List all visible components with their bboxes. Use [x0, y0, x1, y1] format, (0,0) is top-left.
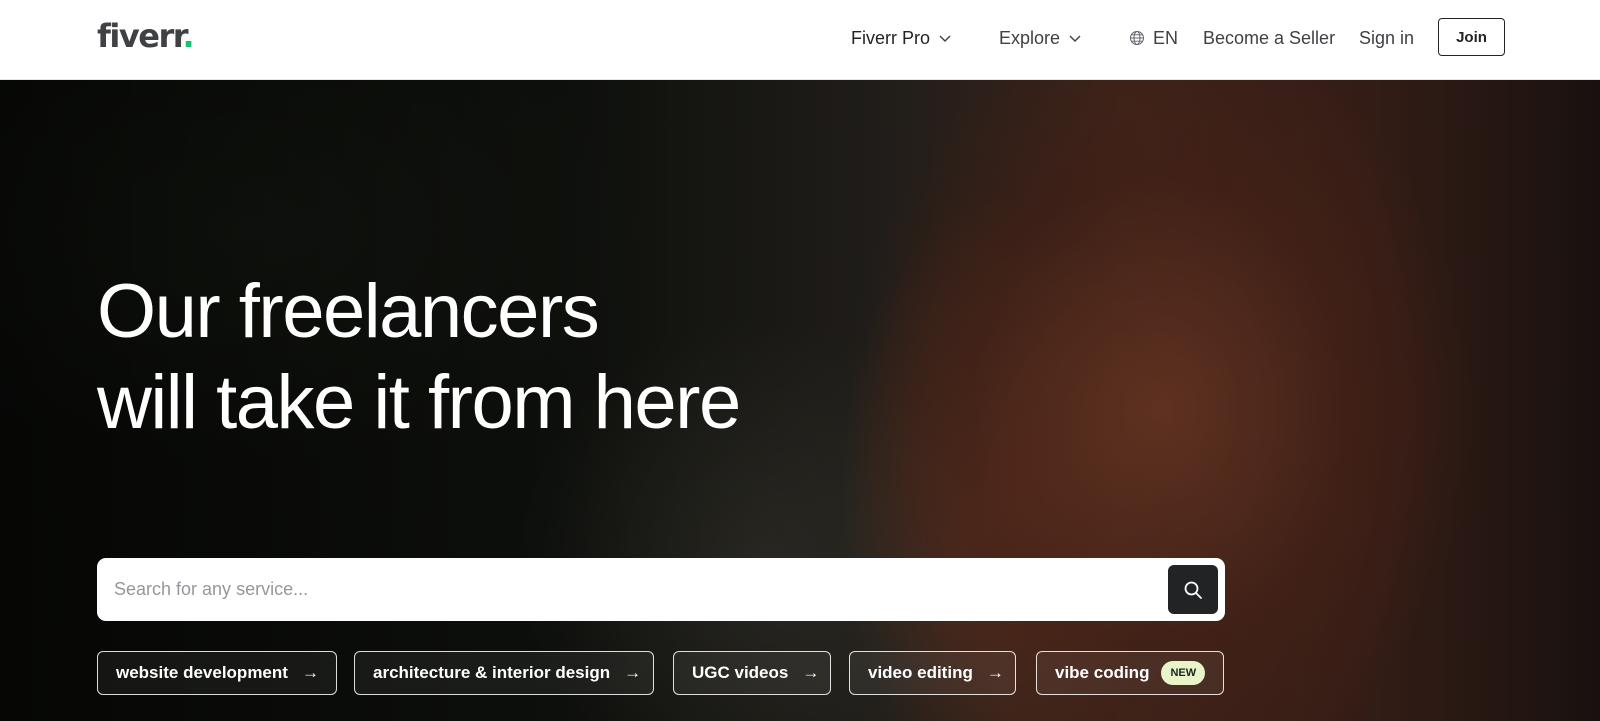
chevron-down-icon: [939, 35, 951, 42]
search-bar: [97, 558, 1225, 621]
arrow-right-icon: →: [301, 663, 319, 682]
join-button[interactable]: Join: [1438, 18, 1505, 56]
nav-explore-label: Explore: [999, 27, 1061, 48]
site-header: fiverr. Fiverr Pro Explore EN Become a S…: [0, 0, 1600, 80]
chip-architecture-interior-design[interactable]: architecture & interior design →: [354, 651, 654, 695]
chip-label: UGC videos: [692, 663, 789, 682]
nav-sign-in[interactable]: Sign in: [1359, 26, 1414, 50]
hero-title-line-1: Our freelancers: [97, 269, 600, 354]
chip-vibe-coding[interactable]: vibe coding NEW: [1036, 651, 1224, 695]
nav-become-seller-label: Become a Seller: [1203, 27, 1336, 48]
chip-website-development[interactable]: website development →: [97, 651, 337, 695]
hero-title-line-2: will take it from here: [97, 360, 741, 445]
nav-language[interactable]: EN: [1129, 26, 1178, 50]
logo-text: fiverr: [97, 17, 184, 55]
nav-fiverr-pro-label: Fiverr Pro: [851, 27, 931, 48]
search-button[interactable]: [1168, 565, 1218, 614]
chip-ugc-videos[interactable]: UGC videos →: [673, 651, 831, 695]
arrow-right-icon: →: [624, 663, 642, 682]
arrow-right-icon: →: [986, 663, 1004, 682]
fiverr-logo[interactable]: fiverr.: [97, 17, 195, 55]
new-badge: NEW: [1161, 661, 1206, 685]
chip-label: architecture & interior design: [373, 663, 611, 682]
nav-language-label: EN: [1153, 27, 1179, 48]
chip-video-editing[interactable]: video editing →: [849, 651, 1016, 695]
search-input[interactable]: [97, 558, 1157, 621]
nav-explore[interactable]: Explore: [999, 26, 1082, 50]
nav-fiverr-pro[interactable]: Fiverr Pro: [851, 26, 952, 50]
logo-dot: .: [182, 17, 194, 55]
chevron-down-icon: [1069, 35, 1081, 42]
chip-label: website development: [116, 663, 288, 682]
arrow-right-icon: →: [802, 663, 820, 682]
hero-section: Our freelancers will take it from here w…: [0, 80, 1600, 721]
hero-title: Our freelancers will take it from here: [97, 266, 897, 448]
chip-label: vibe coding: [1055, 663, 1150, 682]
nav-sign-in-label: Sign in: [1359, 27, 1415, 48]
nav-become-seller[interactable]: Become a Seller: [1203, 26, 1335, 50]
search-icon: [1184, 581, 1202, 599]
globe-icon: [1130, 31, 1144, 45]
chip-label: video editing: [868, 663, 973, 682]
